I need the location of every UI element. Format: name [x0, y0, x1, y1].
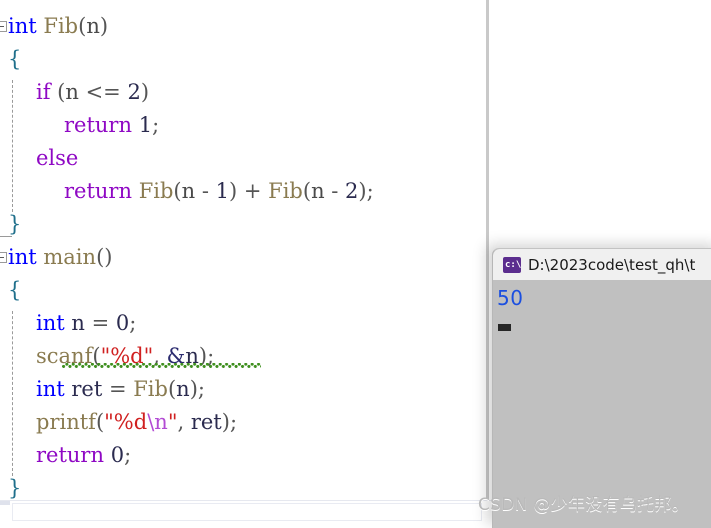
code-line-text: int ret = Fib(n); [36, 373, 205, 406]
code-token: 2 [127, 80, 141, 104]
code-line-text: return 1; [64, 109, 159, 142]
code-line-text: { [8, 274, 21, 307]
horizontal-scrollbar-track[interactable] [12, 503, 482, 521]
code-line[interactable]: return Fib(n - 1) + Fib(n - 2); [0, 175, 711, 208]
code-token: () [96, 245, 113, 269]
code-token: int [8, 14, 37, 38]
code-token: int [8, 245, 37, 269]
code-token: 2 [345, 179, 359, 203]
code-line-text: return Fib(n - 1) + Fib(n - 2); [64, 175, 374, 208]
code-line[interactable]: if (n <= 2) [0, 76, 711, 109]
code-token: Fib [138, 179, 174, 203]
code-line-text: return 0; [36, 439, 131, 472]
code-token: } [8, 212, 22, 236]
code-line-text: scanf("%d", &n); [36, 340, 214, 373]
code-line[interactable]: else [0, 142, 711, 175]
code-token: n [86, 14, 100, 38]
error-squiggle-underline [62, 363, 261, 368]
code-line[interactable]: return 1; [0, 109, 711, 142]
console-window[interactable]: D:\2023code\test_qh\t 50 [492, 248, 711, 528]
code-token: n [71, 311, 85, 335]
fold-region-end-line [0, 236, 12, 237]
code-line-text: else [36, 142, 78, 175]
code-token: } [8, 476, 22, 500]
code-token: - [195, 179, 216, 203]
code-token: ) [140, 80, 150, 104]
code-token: ) [99, 14, 109, 38]
fold-toggle-icon[interactable] [0, 252, 7, 263]
code-token: main [43, 245, 97, 269]
code-token: n [65, 80, 79, 104]
code-token: 0 [115, 311, 130, 335]
code-line[interactable]: { [0, 43, 711, 76]
code-token: Fib [268, 179, 303, 203]
code-token: Fib [133, 377, 168, 401]
indent-guide [12, 80, 13, 212]
indent-guide [12, 311, 13, 476]
code-token: ); [221, 410, 238, 434]
code-token: ) + [228, 179, 269, 203]
code-token: ( [95, 410, 105, 434]
code-token: { [8, 278, 22, 302]
code-token: <= [78, 80, 128, 104]
code-line-text: printf("%d\n", ret); [36, 406, 237, 439]
code-token: int [36, 377, 65, 401]
code-line[interactable]: } [0, 208, 711, 241]
code-token: return [64, 179, 132, 203]
code-token: n [176, 377, 190, 401]
fold-toggle-icon[interactable] [0, 21, 7, 32]
code-token: ); [189, 377, 205, 401]
code-token: ); [358, 179, 374, 203]
code-token: ret [190, 410, 222, 434]
code-line[interactable]: int Fib(n) [0, 10, 711, 43]
vertical-scrollbar[interactable] [486, 0, 489, 524]
code-token: - [324, 179, 346, 203]
code-line-text: { [8, 43, 21, 76]
code-line-text: if (n <= 2) [36, 76, 149, 109]
code-token: n [181, 179, 196, 203]
code-token: = [84, 311, 116, 335]
horizontal-scrollbar-thumb[interactable] [0, 501, 10, 505]
code-token: ; [124, 443, 132, 467]
code-token: "%d [104, 410, 148, 434]
console-block-cursor [498, 324, 511, 331]
code-line-text: int main() [8, 241, 112, 274]
code-token: ( [173, 179, 182, 203]
code-token: ret [71, 377, 103, 401]
code-token: ( [302, 179, 312, 203]
code-token: ; [129, 311, 137, 335]
code-token: \n [147, 410, 168, 434]
code-line-text: int Fib(n) [8, 10, 108, 43]
code-line-text: int n = 0; [36, 307, 136, 340]
code-token: if [36, 80, 51, 104]
code-line-text: } [8, 472, 21, 500]
code-token: = [102, 377, 134, 401]
csdn-watermark: CSDN @少年没有乌托邦。 [478, 495, 690, 515]
code-token: int [36, 311, 65, 335]
code-token: 1 [215, 179, 229, 203]
code-token: , [177, 410, 191, 434]
code-token: { [8, 47, 22, 71]
code-token: return [64, 113, 132, 137]
console-titlebar[interactable]: D:\2023code\test_qh\t [493, 249, 711, 280]
code-token: n [311, 179, 325, 203]
code-token: 0 [110, 443, 125, 467]
code-token: return [36, 443, 104, 467]
code-token: Fib [43, 14, 79, 38]
code-token: 1 [138, 113, 153, 137]
console-window-icon [503, 256, 521, 273]
console-title-text: D:\2023code\test_qh\t [528, 255, 696, 274]
code-token: else [36, 146, 79, 170]
code-token: printf [36, 410, 96, 434]
code-token: ; [152, 113, 160, 137]
code-token: ( [50, 80, 66, 104]
code-token: ( [167, 377, 177, 401]
console-output-line: 50 [497, 286, 524, 310]
